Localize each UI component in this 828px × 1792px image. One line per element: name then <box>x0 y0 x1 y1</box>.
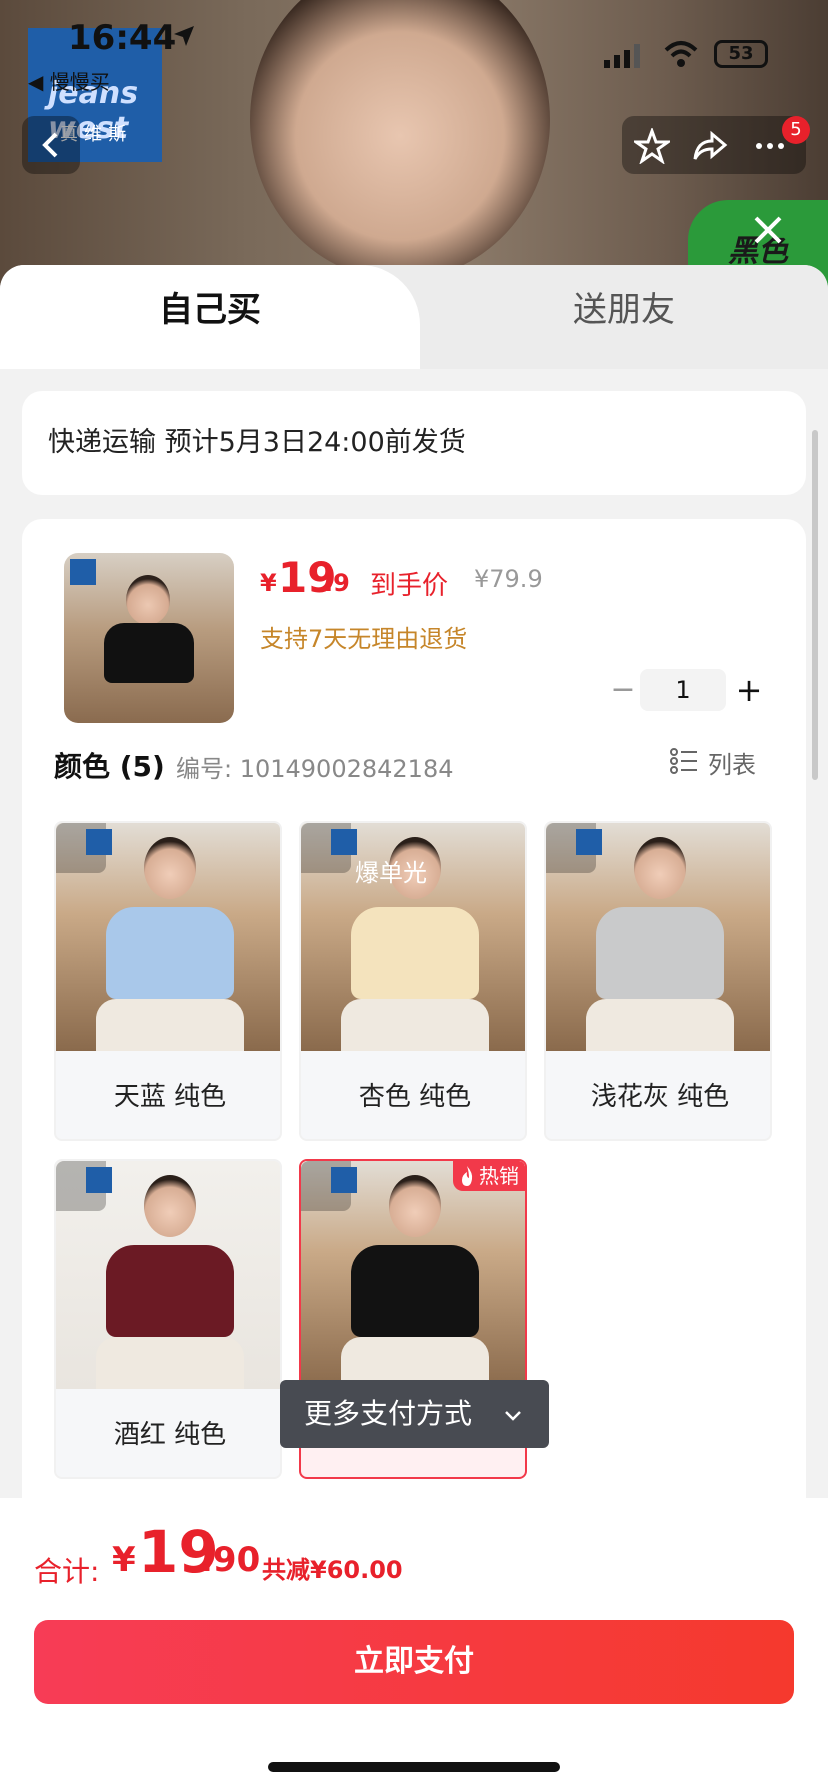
thumbnail-model-shirt <box>104 623 194 683</box>
model-shirt <box>596 907 724 999</box>
more-payment-label: 更多支付方式 <box>304 1397 473 1430</box>
total-currency: ¥ <box>112 1540 136 1580</box>
model-shirt <box>106 907 234 999</box>
list-icon <box>670 748 697 774</box>
back-to-app-link[interactable]: ◀ 慢慢买 <box>28 66 110 95</box>
total-decimal: .90 <box>200 1540 261 1580</box>
brand-logo-small <box>86 1167 112 1193</box>
checkout-bar: 合计: ¥ 19 .90 共减¥60.00 立即支付 <box>0 1498 828 1792</box>
status-time: 16:44 <box>68 18 177 58</box>
quantity-decrement-button[interactable]: − <box>606 673 640 707</box>
color-option-light-heather-grey[interactable]: 浅花灰 纯色 <box>544 821 772 1141</box>
share-icon[interactable] <box>692 128 728 164</box>
color-section-title: 颜色 (5) <box>54 750 165 783</box>
color-option-label: 浅花灰 纯色 <box>590 1082 730 1112</box>
color-option-label: 杏色 纯色 <box>358 1082 472 1112</box>
flame-icon <box>462 1166 473 1186</box>
thumbnail-brand-logo <box>70 559 96 585</box>
model-head <box>144 837 196 899</box>
model-shirt <box>351 907 479 999</box>
notification-badge: 5 <box>782 116 810 144</box>
original-price: ¥79.9 <box>474 565 543 593</box>
brand-logo-small <box>86 829 112 855</box>
pay-now-button[interactable]: 立即支付 <box>34 1620 794 1704</box>
return-policy: 支持7天无理由退货 <box>260 625 468 653</box>
location-arrow-icon <box>174 26 194 46</box>
model-pants <box>341 999 489 1051</box>
cellular-signal-icon <box>604 44 640 68</box>
price-decimal: .9 <box>324 569 350 597</box>
quantity-field[interactable]: 1 <box>640 669 726 711</box>
battery-indicator: 53 <box>714 40 768 68</box>
price-currency: ¥ <box>260 569 277 597</box>
scrollbar[interactable] <box>812 430 818 780</box>
home-indicator[interactable] <box>268 1762 560 1772</box>
list-view-label: 列表 <box>708 751 756 779</box>
brand-logo-small <box>576 829 602 855</box>
color-option-label: 酒红 纯色 <box>113 1420 227 1450</box>
quantity-increment-button[interactable]: + <box>732 673 766 707</box>
back-button[interactable] <box>22 116 80 174</box>
model-head <box>389 1175 441 1237</box>
tab-gift-friend[interactable]: 送朋友 <box>420 265 828 369</box>
model-head <box>144 1175 196 1237</box>
wifi-icon <box>664 41 698 67</box>
color-option-label: 天蓝 纯色 <box>113 1082 227 1112</box>
model-shirt <box>106 1245 234 1337</box>
product-code: 编号: 10149002842184 <box>176 755 454 783</box>
model-pants <box>96 999 244 1051</box>
total-label: 合计: <box>34 1555 100 1588</box>
nav-actions <box>622 116 806 174</box>
model-pants <box>586 999 734 1051</box>
star-icon[interactable] <box>634 128 670 164</box>
color-option-sky-blue[interactable]: 天蓝 纯色 <box>54 821 282 1141</box>
tab-buy-for-self[interactable]: 自己买 <box>0 265 420 369</box>
color-option-wine-red[interactable]: 酒红 纯色 <box>54 1159 282 1479</box>
model-shirt <box>351 1245 479 1337</box>
model-pants <box>96 1337 244 1389</box>
chevron-left-icon <box>42 132 58 158</box>
hot-sale-label: 热销 <box>479 1164 519 1188</box>
total-discount: 共减¥60.00 <box>262 1556 403 1584</box>
list-view-toggle[interactable]: 列表 <box>670 741 780 781</box>
chevron-down-icon <box>505 1411 521 1421</box>
hot-sale-badge: 热销 <box>453 1161 525 1191</box>
purchase-tabs: 自己买 送朋友 <box>0 265 828 369</box>
brand-logo-small <box>331 829 357 855</box>
color-option-apricot[interactable]: 爆单光 杏色 纯色 <box>299 821 527 1141</box>
price-tag-label: 到手价 <box>370 571 449 601</box>
status-bar: 16:44 ◀ 慢慢买 53 <box>0 0 828 94</box>
model-head <box>634 837 686 899</box>
thumbnail-model-head <box>126 575 170 625</box>
shipping-info: 快递运输 预计5月3日24:00前发货 <box>22 391 806 495</box>
product-thumbnail[interactable] <box>64 553 234 723</box>
close-icon[interactable] <box>748 210 788 250</box>
brand-logo-small <box>331 1167 357 1193</box>
image-overlay-text: 爆单光 <box>355 859 427 887</box>
more-payment-methods-button[interactable]: 更多支付方式 <box>280 1380 549 1448</box>
